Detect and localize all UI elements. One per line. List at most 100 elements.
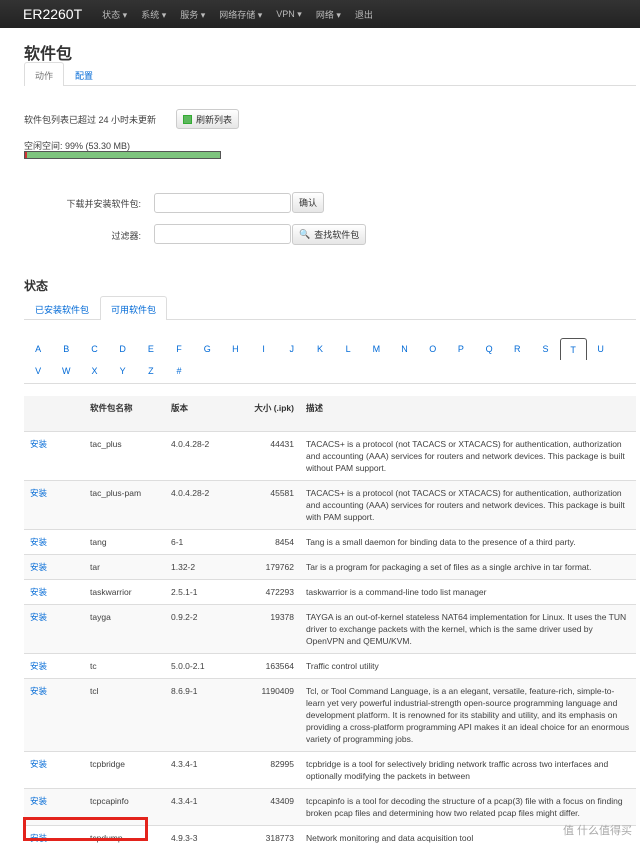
package-version: 0.9.2-2 (165, 603, 235, 653)
find-label: 查找软件包 (314, 230, 360, 240)
package-version: 4.3.4-1 (165, 787, 235, 825)
nav-status[interactable]: 状态 ▾ (102, 8, 127, 21)
letter-k[interactable]: K (306, 338, 334, 360)
letter-o[interactable]: O (419, 338, 447, 360)
package-version: 6-1 (165, 528, 235, 554)
nav-network[interactable]: 网络 ▾ (316, 8, 341, 21)
update-notice: 软件包列表已超过 24 小时未更新 (24, 115, 157, 125)
letter-n[interactable]: N (390, 338, 418, 360)
package-size: 43409 (235, 787, 300, 825)
package-desc: Traffic control utility (300, 652, 636, 678)
letter-m[interactable]: M (362, 338, 390, 360)
highlight-box (23, 817, 148, 841)
letter-e[interactable]: E (137, 338, 165, 360)
tab-actions[interactable]: 动作 (24, 62, 65, 86)
letter-c[interactable]: C (80, 338, 108, 360)
package-size: 472293 (235, 578, 300, 604)
page-title: 软件包 (24, 46, 73, 63)
tab-config[interactable]: 配置 (64, 62, 104, 86)
nav-services[interactable]: 服务 ▾ (180, 8, 205, 21)
brand[interactable]: ER2260T (23, 6, 82, 22)
nav-system[interactable]: 系统 ▾ (141, 8, 166, 21)
download-input[interactable] (154, 193, 291, 213)
package-size: 179762 (235, 553, 300, 579)
package-name: tac_plus (84, 430, 165, 480)
package-version: 4.3.4-1 (165, 750, 235, 788)
package-desc: TACACS+ is a protocol (not TACACS or XTA… (300, 479, 636, 529)
package-desc: TACACS+ is a protocol (not TACACS or XTA… (300, 430, 636, 480)
letter-x[interactable]: X (80, 360, 108, 382)
letter-f[interactable]: F (165, 338, 193, 360)
package-name: tc (84, 652, 165, 678)
nav-vpn[interactable]: VPN ▾ (276, 9, 302, 20)
download-label: 下载并安装软件包: (66, 199, 141, 209)
table-row: 安装 tcl 8.6.9-1 1190409 Tcl, or Tool Command … (24, 677, 636, 751)
install-link[interactable]: 安装 (24, 603, 84, 653)
letter-filter: A B C D E F G H I J K L M N O P Q R S T U V W X Y Z # (24, 338, 636, 382)
letter-z[interactable]: Z (137, 360, 165, 382)
package-size: 163564 (235, 652, 300, 678)
letter-p[interactable]: P (447, 338, 475, 360)
letter-a[interactable]: A (24, 338, 52, 360)
refresh-list-button[interactable]: 刷新列表 (176, 109, 240, 129)
col-desc: 描述 (300, 396, 636, 431)
col-version: 版本 (165, 396, 235, 431)
table-row: 安装 tac_plus 4.0.4.28-2 44431 TACACS+ is a pr… (24, 430, 636, 480)
letter-h[interactable]: H (221, 338, 249, 360)
package-desc: tcpcapinfo is a tool for decoding the st… (300, 787, 636, 825)
install-link[interactable]: 安装 (24, 528, 84, 554)
package-version: 1.32-2 (165, 553, 235, 579)
install-link[interactable]: 安装 (24, 578, 84, 604)
letter-y[interactable]: Y (109, 360, 137, 382)
tab-installed[interactable]: 已安装软件包 (24, 296, 100, 320)
watermark-logo: 值 什么值得买 (562, 825, 632, 837)
tab-available[interactable]: 可用软件包 (100, 296, 168, 320)
letter-i[interactable]: I (250, 338, 278, 360)
install-link[interactable]: 安装 (24, 677, 84, 751)
letter-v[interactable]: V (24, 360, 52, 382)
install-link[interactable]: 安装 (24, 553, 84, 579)
table-row: 安装 tang 6-1 8454 Tang is a small daemon for … (24, 528, 636, 554)
package-desc: Tar is a program for packaging a set of … (300, 553, 636, 579)
letter-s[interactable]: S (531, 338, 559, 360)
letter-g[interactable]: G (193, 338, 221, 360)
nav-nas[interactable]: 网络存储 ▾ (219, 8, 262, 21)
nav-logout[interactable]: 退出 (355, 8, 373, 21)
install-link[interactable]: 安装 (24, 479, 84, 529)
find-package-button[interactable]: 🔍 查找软件包 (292, 224, 367, 245)
install-link[interactable]: 安装 (24, 652, 84, 678)
letter-w[interactable]: W (52, 360, 80, 382)
top-tabs: 动作 配置 (24, 62, 636, 86)
letter-t[interactable]: T (559, 338, 587, 360)
package-size: 1190409 (235, 677, 300, 751)
letter-d[interactable]: D (109, 338, 137, 360)
letter-l[interactable]: L (334, 338, 362, 360)
package-size: 45581 (235, 479, 300, 529)
letter-r[interactable]: R (503, 338, 531, 360)
letter-u[interactable]: U (587, 338, 615, 360)
table-row: 安装 tc 5.0.0-2.1 163564 Traffic control utili… (24, 652, 636, 678)
package-version: 4.0.4.28-2 (165, 479, 235, 529)
package-version: 5.0.0-2.1 (165, 652, 235, 678)
letter-q[interactable]: Q (475, 338, 503, 360)
package-desc: TAYGA is an out-of-kernel stateless NAT6… (300, 603, 636, 653)
confirm-button[interactable]: 确认 (292, 192, 325, 213)
col-name: 软件包名称 (84, 396, 165, 431)
letter-other[interactable]: # (165, 360, 193, 382)
filter-label: 过滤器: (111, 231, 141, 241)
package-desc: Tang is a small daemon for binding data … (300, 528, 636, 554)
package-size: 19378 (235, 603, 300, 653)
install-link[interactable]: 安装 (24, 750, 84, 788)
letter-j[interactable]: J (278, 338, 306, 360)
package-desc: Tcl, or Tool Command Language, is a an e… (300, 677, 636, 751)
letter-b[interactable]: B (52, 338, 80, 360)
package-version: 8.6.9-1 (165, 677, 235, 751)
package-name: tayga (84, 603, 165, 653)
col-size: 大小 (.ipk) (235, 396, 300, 431)
install-link[interactable]: 安装 (24, 430, 84, 480)
package-size: 82995 (235, 750, 300, 788)
package-name: tac_plus-pam (84, 479, 165, 529)
filter-input[interactable] (154, 224, 291, 244)
package-size: 8454 (235, 528, 300, 554)
package-version: 4.0.4.28-2 (165, 430, 235, 480)
